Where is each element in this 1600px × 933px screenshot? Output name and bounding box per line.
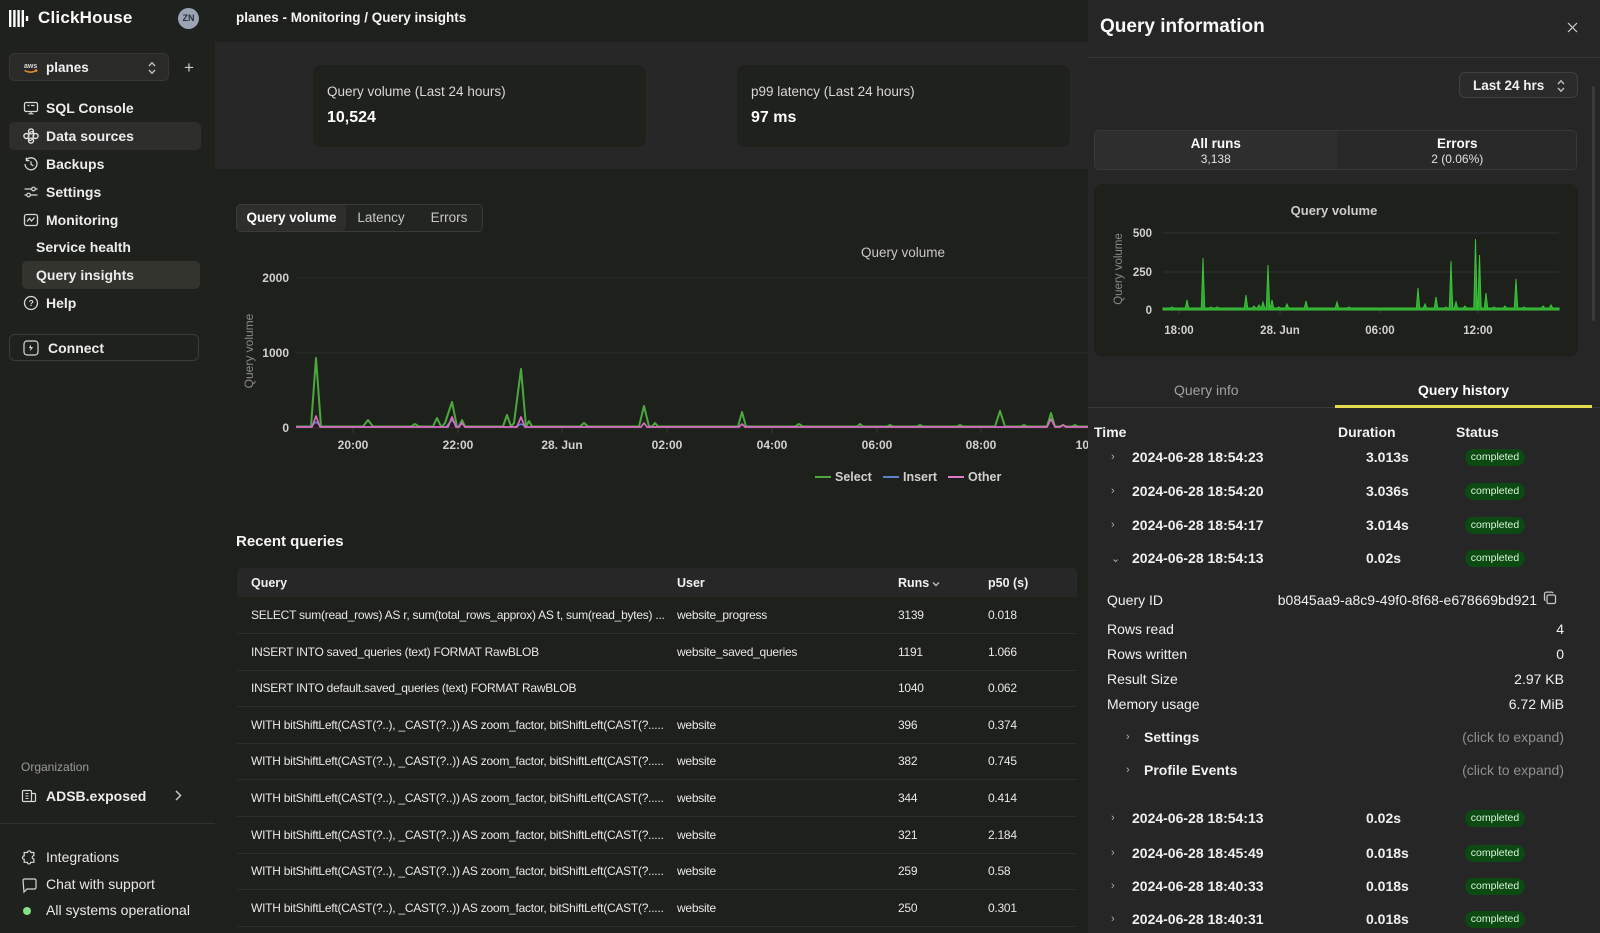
svg-text:08:00: 08:00: [966, 438, 997, 452]
svg-text:06:00: 06:00: [862, 438, 893, 452]
svg-text:?: ?: [29, 298, 34, 308]
svg-text:Query volume: Query volume: [242, 313, 256, 388]
svg-text:Query volume: Query volume: [861, 245, 945, 260]
svg-text:Insert: Insert: [903, 470, 938, 484]
svg-text:28. Jun: 28. Jun: [541, 438, 582, 452]
svg-text:02:00: 02:00: [652, 438, 683, 452]
svg-text:18:00: 18:00: [1164, 325, 1193, 337]
svg-text:0: 0: [282, 421, 289, 435]
svg-text:Other: Other: [968, 470, 1001, 484]
svg-text:Query volume: Query volume: [1291, 203, 1378, 218]
svg-text:500: 500: [1133, 228, 1152, 240]
svg-text:06:00: 06:00: [1365, 325, 1394, 337]
svg-text:04:00: 04:00: [757, 438, 788, 452]
svg-text:28. Jun: 28. Jun: [1260, 325, 1300, 337]
svg-text:250: 250: [1133, 267, 1152, 279]
svg-text:1000: 1000: [262, 346, 289, 360]
svg-text:Select: Select: [835, 470, 873, 484]
svg-text:22:00: 22:00: [443, 438, 474, 452]
svg-text:Query volume: Query volume: [1113, 233, 1125, 305]
svg-text:0: 0: [1146, 305, 1152, 317]
svg-text:12:00: 12:00: [1463, 325, 1492, 337]
svg-text:aws: aws: [24, 63, 37, 70]
svg-text:20:00: 20:00: [338, 438, 369, 452]
svg-text:2000: 2000: [262, 271, 289, 285]
